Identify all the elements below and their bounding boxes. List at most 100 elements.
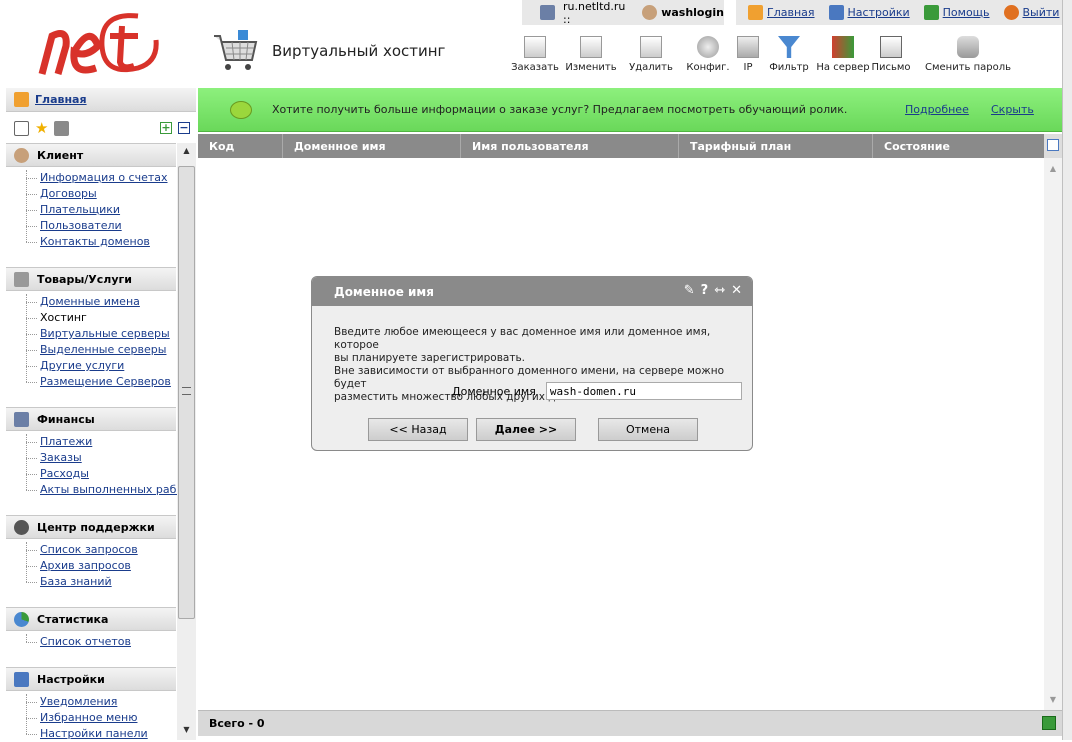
banner-hide-link[interactable]: Скрыть	[991, 103, 1034, 116]
sidebar-section-finance[interactable]: Финансы	[6, 407, 176, 431]
sidebar-item[interactable]: База знаний	[26, 574, 138, 590]
column-header[interactable]: Состояние	[873, 134, 1044, 158]
domain-input[interactable]	[545, 382, 742, 400]
sidebar-item[interactable]: Архив запросов	[26, 558, 138, 574]
sidebar-item-active[interactable]: Хостинг	[26, 310, 171, 326]
sidebar-item-link[interactable]: Акты выполненных работ	[40, 483, 190, 496]
excel-export-icon[interactable]	[1042, 716, 1056, 730]
letter-button[interactable]: Письмо	[871, 36, 911, 80]
edit-button-label: Изменить	[565, 62, 617, 73]
sidebar-item[interactable]: Контакты доменов	[26, 234, 168, 250]
sidebar-item-link[interactable]: Платежи	[40, 435, 92, 448]
sidebar-section-stats[interactable]: Статистика	[6, 607, 176, 631]
column-header[interactable]: Доменное имя	[283, 134, 461, 158]
column-header[interactable]: Имя пользователя	[461, 134, 679, 158]
sidebar-item-label: Хостинг	[40, 311, 87, 324]
maximize-icon[interactable]: ⇿	[714, 283, 725, 298]
sidebar-item-link[interactable]: Уведомления	[40, 695, 117, 708]
to-server-button[interactable]: На сервер	[815, 36, 871, 80]
edit-button[interactable]: Изменить	[563, 36, 619, 80]
nav-help[interactable]: Помощь	[923, 5, 990, 20]
sidebar-home[interactable]: Главная	[6, 88, 196, 112]
sidebar-item-link[interactable]: Виртуальные серверы	[40, 327, 170, 340]
sidebar-item-link[interactable]: Контакты доменов	[40, 235, 150, 248]
nav-logout[interactable]: Выйти	[1003, 5, 1059, 20]
order-button[interactable]: Заказать	[507, 36, 563, 80]
nav-home[interactable]: Главная	[748, 5, 815, 20]
sidebar-section-settings[interactable]: Настройки	[6, 667, 176, 691]
sidebar-scroll-thumb[interactable]	[178, 166, 195, 619]
cancel-button[interactable]: Отмена	[598, 418, 698, 441]
close-icon[interactable]: ✕	[731, 283, 742, 298]
pin-icon[interactable]: ✎	[684, 283, 695, 298]
scroll-up-icon[interactable]: ▲	[1044, 164, 1062, 173]
delete-button[interactable]: Удалить	[619, 36, 683, 80]
letter-button-label: Письмо	[871, 62, 911, 73]
sidebar-item-link[interactable]: Пользователи	[40, 219, 122, 232]
table-scrollbar[interactable]: ▲ ▼	[1044, 158, 1062, 710]
sidebar-item-link[interactable]: Список отчетов	[40, 635, 131, 648]
column-settings-icon[interactable]	[1044, 134, 1062, 158]
sidebar-item-link[interactable]: Другие услуги	[40, 359, 124, 372]
back-button[interactable]: << Назад	[368, 418, 468, 441]
sidebar-item[interactable]: Размещение Серверов	[26, 374, 171, 390]
filter-button[interactable]: Фильтр	[763, 36, 815, 80]
sidebar-item-link[interactable]: Список запросов	[40, 543, 138, 556]
sidebar-item[interactable]: Избранное меню	[26, 710, 148, 726]
sidebar-item[interactable]: Плательщики	[26, 202, 168, 218]
table-header: Код Доменное имя Имя пользователя Тарифн…	[198, 134, 1044, 158]
sidebar-item[interactable]: Список запросов	[26, 542, 138, 558]
banner-more-link[interactable]: Подробнее	[905, 103, 969, 116]
sidebar-item-link[interactable]: Размещение Серверов	[40, 375, 171, 388]
sidebar-item-link[interactable]: Договоры	[40, 187, 97, 200]
sidebar-item[interactable]: Доменные имена	[26, 294, 171, 310]
column-header[interactable]: Тарифный план	[679, 134, 873, 158]
sidebar-item-link[interactable]: Доменные имена	[40, 295, 140, 308]
sidebar-item[interactable]: Список отчетов	[26, 634, 131, 650]
ip-button[interactable]: IP	[733, 36, 763, 80]
sidebar-section-client[interactable]: Клиент	[6, 143, 176, 167]
scroll-down-icon[interactable]: ▼	[177, 725, 196, 734]
scroll-down-icon[interactable]: ▼	[1044, 695, 1062, 704]
sidebar-item[interactable]: Уведомления	[26, 694, 148, 710]
sidebar-item[interactable]: Информация о счетах	[26, 170, 168, 186]
sidebar-item-link[interactable]: Избранное меню	[40, 711, 137, 724]
star-icon[interactable]: ★	[35, 119, 48, 137]
sidebar-item-link[interactable]: Плательщики	[40, 203, 120, 216]
column-header[interactable]: Код	[198, 134, 283, 158]
sidebar-section-support[interactable]: Центр поддержки	[6, 515, 176, 539]
sidebar-item[interactable]: Заказы	[26, 450, 190, 466]
sidebar-section-goods[interactable]: Товары/Услуги	[6, 267, 176, 291]
sidebar-item-link[interactable]: Расходы	[40, 467, 89, 480]
sidebar-item[interactable]: Виртуальные серверы	[26, 326, 171, 342]
sidebar-item-link[interactable]: Настройки панели	[40, 727, 148, 740]
scroll-up-icon[interactable]: ▲	[177, 146, 196, 155]
sidebar-item[interactable]: Выделенные серверы	[26, 342, 171, 358]
sidebar-item[interactable]: Другие услуги	[26, 358, 171, 374]
expand-all-icon[interactable]: +	[160, 122, 172, 134]
help-icon[interactable]: ?	[701, 283, 709, 298]
sidebar-item-link[interactable]: Выделенные серверы	[40, 343, 166, 356]
sidebar-item[interactable]: Пользователи	[26, 218, 168, 234]
calculator-icon	[540, 5, 555, 20]
sidebar-item-link[interactable]: Заказы	[40, 451, 82, 464]
filter-icon	[778, 36, 800, 58]
banner-text: Хотите получить больше информации о зака…	[272, 103, 848, 116]
client-icon	[14, 147, 29, 163]
table-footer: Всего - 0	[198, 710, 1062, 736]
sidebar-item[interactable]: Договоры	[26, 186, 168, 202]
collapse-all-icon[interactable]: −	[178, 122, 190, 134]
briefcase-icon[interactable]	[54, 120, 70, 136]
nav-settings[interactable]: Настройки	[828, 5, 910, 20]
sidebar-item-link[interactable]: Архив запросов	[40, 559, 131, 572]
change-password-button[interactable]: Сменить пароль	[911, 36, 1025, 80]
config-button[interactable]: Конфиг.	[683, 36, 733, 80]
next-button[interactable]: Далее >>	[476, 418, 576, 441]
sidebar-goods-list: Доменные имена Хостинг Виртуальные серве…	[26, 294, 171, 390]
sidebar-item-link[interactable]: Информация о счетах	[40, 171, 168, 184]
sidebar-item-link[interactable]: База знаний	[40, 575, 112, 588]
sidebar-item[interactable]: Платежи	[26, 434, 190, 450]
sidebar-item[interactable]: Расходы	[26, 466, 190, 482]
list-icon[interactable]	[14, 120, 29, 136]
sidebar-item[interactable]: Акты выполненных работ	[26, 482, 190, 498]
